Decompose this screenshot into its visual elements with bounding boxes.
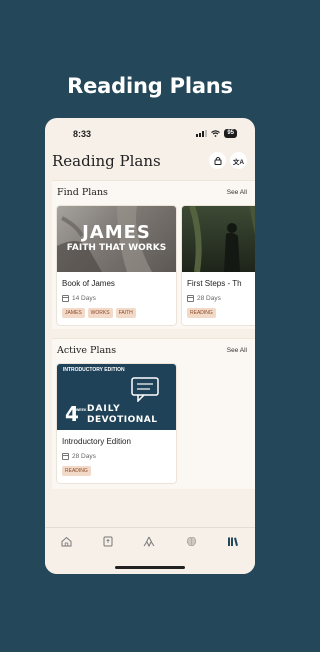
page-headline: Reading Plans — [67, 74, 233, 98]
devotional-cover-number: 4 — [65, 402, 79, 426]
translate-icon: 文A — [232, 158, 245, 166]
first-steps-cover-image — [182, 206, 255, 272]
tag: JAMES — [62, 308, 85, 318]
card-tags: READING — [187, 308, 216, 318]
card-days-label: 28 Days — [197, 295, 221, 302]
james-cover-image: JAMES FAITH THAT WORKS — [57, 206, 176, 272]
card-days-label: 14 Days — [72, 295, 96, 302]
tab-bible[interactable] — [101, 534, 115, 548]
plan-card-introductory[interactable]: INTRODUCTORY EDITION 4 WEEK DAILY DEVOTI… — [56, 363, 177, 484]
plan-card-james[interactable]: JAMES FAITH THAT WORKS Book of James 14 … — [56, 205, 177, 326]
tab-prayer[interactable] — [142, 534, 156, 548]
plan-card-first-steps[interactable]: First Steps - Th 28 Days READING — [181, 205, 255, 326]
status-time: 8:33 — [73, 129, 92, 139]
card-tags: READING — [62, 466, 91, 476]
find-see-all-link[interactable]: See All — [227, 189, 247, 196]
card-title: First Steps - Th — [187, 279, 242, 288]
signal-icon — [196, 130, 208, 137]
tab-brain[interactable] — [184, 534, 198, 548]
card-days-label: 28 Days — [72, 453, 96, 460]
phone-screen: 8:33 95 Reading Plans 文A Find Plans See … — [45, 118, 255, 574]
card-title: Introductory Edition — [62, 437, 131, 446]
james-cover-subtitle: FAITH THAT WORKS — [66, 243, 167, 253]
tab-library[interactable] — [226, 534, 240, 548]
tab-bar — [45, 527, 255, 574]
calendar-icon — [62, 295, 69, 302]
active-plans-title: Active Plans — [57, 345, 117, 356]
library-icon — [228, 537, 238, 546]
battery-indicator: 95 — [224, 129, 237, 138]
devotional-cover-weeks: WEEK — [76, 408, 87, 412]
first-steps-cover-art — [189, 206, 255, 272]
home-indicator — [115, 566, 185, 569]
find-plans-section: Find Plans See All JAMES FAITH THAT WORK… — [52, 180, 255, 329]
brain-icon — [186, 536, 196, 546]
tag: FAITH — [115, 308, 136, 318]
devotional-cover-line2: DEVOTIONAL — [87, 415, 158, 425]
devotional-cover-line1: DAILY — [87, 404, 121, 414]
lock-button[interactable] — [209, 152, 226, 169]
devotional-cover-image: INTRODUCTORY EDITION 4 WEEK DAILY DEVOTI… — [57, 364, 176, 430]
prayer-icon — [143, 536, 155, 547]
calendar-icon — [187, 295, 194, 302]
lock-icon — [214, 156, 221, 165]
tag: READING — [62, 466, 91, 476]
home-icon — [61, 536, 71, 546]
wifi-icon — [211, 130, 221, 137]
find-plans-title: Find Plans — [57, 187, 108, 198]
calendar-icon — [62, 453, 69, 460]
card-tags: JAMES WORKS FAITH — [62, 308, 136, 318]
translate-button[interactable]: 文A — [230, 152, 247, 169]
devotional-cover-top: INTRODUCTORY EDITION — [63, 367, 125, 373]
app-title: Reading Plans — [52, 152, 161, 170]
card-title: Book of James — [62, 279, 115, 288]
status-icons: 95 — [196, 129, 237, 138]
card-duration: 14 Days — [62, 295, 96, 302]
james-cover-title: JAMES — [82, 222, 151, 243]
active-see-all-link[interactable]: See All — [227, 347, 247, 354]
tag: WORKS — [87, 308, 113, 318]
tab-home[interactable] — [59, 534, 73, 548]
active-plans-section: Active Plans See All INTRODUCTORY EDITIO… — [52, 338, 255, 489]
chat-bubble-icon — [131, 377, 159, 402]
card-duration: 28 Days — [187, 295, 221, 302]
status-bar: 8:33 95 — [45, 118, 255, 146]
tag: READING — [187, 308, 216, 318]
bible-icon — [103, 536, 113, 546]
card-duration: 28 Days — [62, 453, 96, 460]
